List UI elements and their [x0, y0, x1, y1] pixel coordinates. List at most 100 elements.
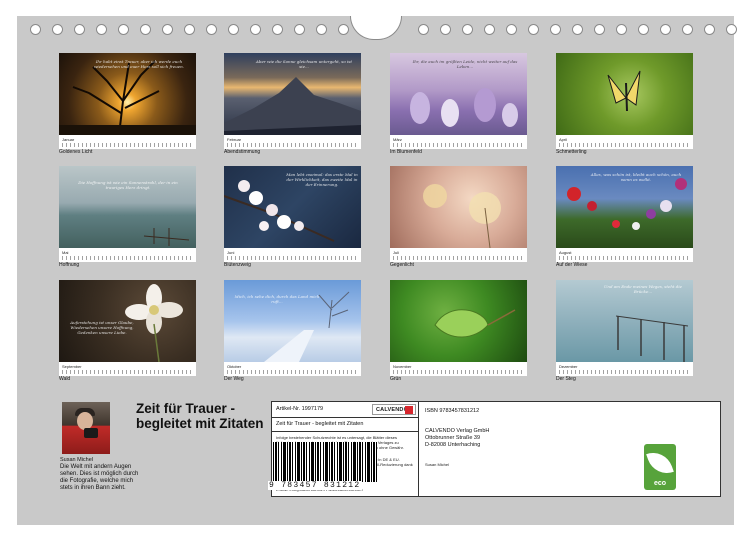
binding-hole: [462, 24, 473, 35]
month-grid: Juni: [224, 248, 361, 262]
author-small: Susan Michel: [425, 462, 450, 467]
month-grid: Juli: [390, 248, 527, 262]
photo-caption: Wald: [59, 376, 71, 382]
month-name: Januar: [62, 137, 75, 142]
photo-quote: Mich, ich sehe dich, durch das Land mich…: [234, 294, 320, 304]
binding-hole: [250, 24, 261, 35]
month-name: November: [393, 364, 412, 369]
green-leaf: [434, 309, 516, 338]
binding-hole: [338, 24, 349, 35]
month-grid: August: [556, 248, 693, 262]
days-strip: [559, 370, 690, 374]
month-tile-maerz: Ihr, die auch im größten Leide, nicht we…: [390, 53, 527, 149]
author-name: Susan Michel: [60, 457, 94, 463]
binding-hole: [550, 24, 561, 35]
photo-gruen: [390, 280, 527, 362]
photo-quote: Ihr, die auch im größten Leide, nicht we…: [412, 59, 518, 69]
photo-quote: Aber wie die Sonne gleichsam untergeht, …: [256, 59, 352, 69]
leaf-icon: [646, 447, 674, 479]
eco-badge: eco: [644, 444, 676, 490]
author-portrait: [62, 402, 110, 454]
month-grid: Februar: [224, 135, 361, 149]
binding-hole: [52, 24, 63, 35]
product-title: Zeit für Trauer - begleitet mit Zitaten: [276, 421, 364, 427]
photo-quote: Alles, was schön ist, bleibt auch schön,…: [590, 172, 682, 182]
photo-caption: Der Steg: [556, 376, 576, 382]
month-name: Juni: [227, 250, 235, 255]
photo-gegenlicht: [390, 166, 527, 248]
month-name: Mai: [62, 250, 69, 255]
month-grid: Oktober: [224, 362, 361, 376]
backlit-flowers: [423, 184, 501, 248]
butterfly: [607, 70, 641, 112]
days-strip: [62, 143, 193, 147]
binding-hole: [294, 24, 305, 35]
binding-hole: [118, 24, 129, 35]
month-tile-august: Alles, was schön ist, bleibt auch schön,…: [556, 166, 693, 262]
month-tile-oktober: Mich, ich sehe dich, durch das Land mich…: [224, 280, 361, 376]
camera-icon: [84, 428, 98, 438]
binding-hole: [96, 24, 107, 35]
photo-schmetterling: [556, 53, 693, 135]
photo-quote: Ihr habt einst Trauer, aber ich werde eu…: [93, 59, 184, 69]
photo-caption: Abendstimmung: [224, 149, 261, 155]
calendar-hanger: [350, 16, 402, 40]
binding-hole: [660, 24, 671, 35]
days-strip: [393, 370, 524, 374]
photo-caption: Goldenes Licht: [59, 149, 93, 155]
month-grid: April: [556, 135, 693, 149]
binding-hole: [184, 24, 195, 35]
binding-hole: [682, 24, 693, 35]
spiral-binding: [0, 0, 750, 40]
photo-caption: Auf der Wiese: [556, 262, 588, 268]
photo-abendstimmung: Aber wie die Sonne gleichsam untergeht, …: [224, 53, 361, 135]
author-bio: Die Welt mit andern Augen sehen. Dies is…: [60, 464, 139, 491]
photo-caption: Im Blumenfeld: [390, 149, 422, 155]
binding-hole: [572, 24, 583, 35]
month-tile-februar: Aber wie die Sonne gleichsam untergeht, …: [224, 53, 361, 149]
isbn: ISBN 9783457831212: [425, 408, 480, 414]
logo-mark-icon: [405, 406, 413, 414]
photo-auf-der-wiese: Alles, was schön ist, bleibt auch schön,…: [556, 166, 693, 248]
days-strip: [62, 370, 193, 374]
month-grid: September: [59, 362, 196, 376]
binding-hole: [704, 24, 715, 35]
binding-hole: [440, 24, 451, 35]
binding-hole: [726, 24, 737, 35]
article-number: Artikel-Nr. 1997179: [276, 406, 324, 412]
month-name: Februar: [227, 137, 242, 142]
photo-bluetenzweig: Man lebt zweimal: das erste Mal in der W…: [224, 166, 361, 248]
eco-label: eco: [653, 480, 667, 487]
info-column-right: [527, 402, 720, 496]
binding-hole: [506, 24, 517, 35]
month-name: Oktober: [227, 364, 242, 369]
days-strip: [227, 256, 358, 260]
month-tile-juni: Man lebt zweimal: das erste Mal in der W…: [224, 166, 361, 262]
lake-scene: [143, 228, 190, 246]
photo-caption: Schmetterling: [556, 149, 587, 155]
barcode-digits: 9 783457 831212: [268, 481, 362, 490]
binding-hole: [228, 24, 239, 35]
photo-caption: Grün: [390, 376, 402, 382]
divider: [272, 417, 418, 418]
binding-hole: [140, 24, 151, 35]
binding-hole: [528, 24, 539, 35]
photo-quote: Auferstehung ist unser Glaube, Wiederseh…: [70, 320, 134, 335]
publisher-line-3: D-82008 Unterhaching: [425, 442, 481, 448]
month-tile-januar: Ihr habt einst Trauer, aber ich werde eu…: [59, 53, 196, 149]
info-column-middle: ISBN 9783457831212 CALVENDO Verlag GmbH …: [419, 402, 527, 496]
photo-der-weg: Mich, ich sehe dich, durch das Land mich…: [224, 280, 361, 362]
calendar-title: Zeit für Trauer - begleitet mit Zitaten: [136, 401, 264, 431]
photo-wald: Auferstehung ist unser Glaube, Wiederseh…: [59, 280, 196, 362]
month-grid: November: [390, 362, 527, 376]
snowy-path: [264, 291, 350, 362]
binding-hole: [616, 24, 627, 35]
photo-caption: Gegenlicht: [390, 262, 414, 268]
month-grid: März: [390, 135, 527, 149]
binding-hole: [272, 24, 283, 35]
publisher-line-2: Ottobrunner Straße 39: [425, 435, 481, 441]
photo-caption: Blütenzweig: [224, 262, 251, 268]
days-strip: [62, 256, 193, 260]
month-tile-juli: Juli: [390, 166, 527, 262]
binding-hole: [30, 24, 41, 35]
